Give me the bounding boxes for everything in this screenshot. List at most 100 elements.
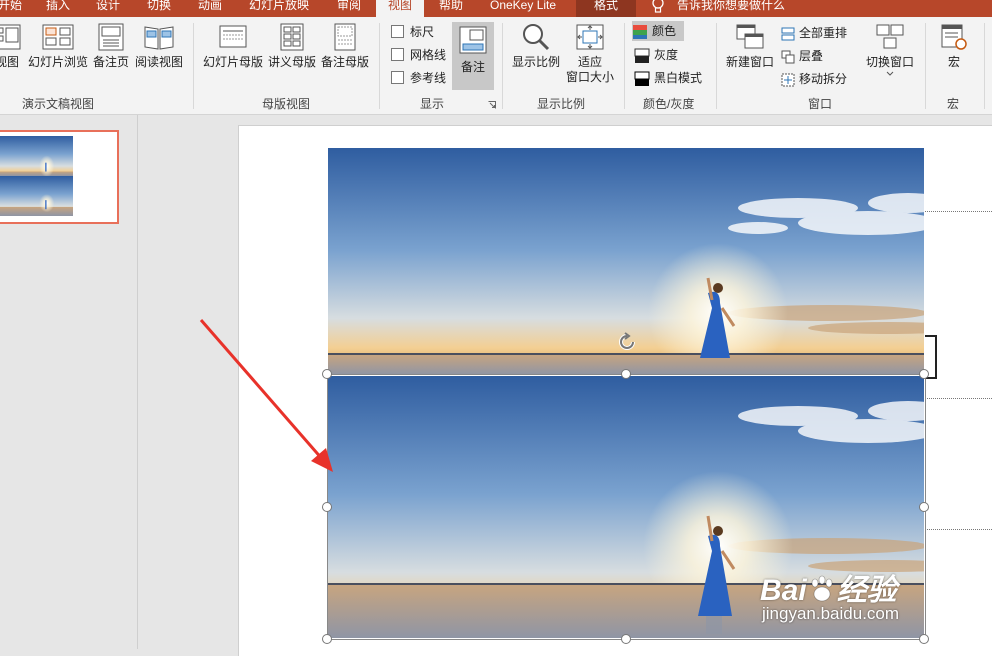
- move-split-button[interactable]: 移动拆分: [781, 69, 847, 89]
- resize-handle-bottom-left[interactable]: [322, 634, 332, 644]
- grayscale-label: 灰度: [654, 48, 679, 62]
- ruler-checkbox[interactable]: 标尺: [391, 23, 434, 41]
- ribbon-separator: [379, 23, 380, 109]
- tab-view[interactable]: 视图: [376, 0, 425, 17]
- lightbulb-icon: [652, 0, 664, 13]
- resize-handle-bottom-right[interactable]: [919, 634, 929, 644]
- handout-master-icon: [280, 23, 304, 51]
- magnifier-icon: [523, 24, 550, 51]
- guides-check-box[interactable]: [391, 71, 404, 85]
- resize-handle-bottom[interactable]: [621, 634, 631, 644]
- notes-label: 备注: [460, 60, 485, 74]
- ruler-check-box[interactable]: [391, 25, 404, 39]
- macros-button[interactable]: 宏: [935, 23, 973, 70]
- new-window-button[interactable]: 新建窗口: [724, 23, 776, 70]
- watermark-brand-2: 经验: [836, 574, 897, 607]
- zoom-button[interactable]: 显示比例: [510, 23, 562, 70]
- tab-onekey-lite[interactable]: OneKey Lite: [490, 0, 556, 17]
- resize-handle-right[interactable]: [919, 502, 929, 512]
- black-white-label: 黑白模式: [654, 71, 703, 85]
- color-swatch-icon: [633, 24, 647, 39]
- reading-view-button[interactable]: 阅读视图: [133, 23, 185, 70]
- gridlines-check-box[interactable]: [391, 48, 404, 62]
- ruler-label: 标尺: [410, 25, 435, 39]
- handout-master-button[interactable]: 讲义母版: [267, 23, 317, 70]
- tab-design[interactable]: 设计: [96, 0, 120, 17]
- slide-master-button[interactable]: 幻灯片母版: [202, 23, 264, 70]
- new-window-label: 新建窗口: [725, 55, 774, 69]
- zoom-label: 显示比例: [511, 55, 560, 69]
- black-white-button[interactable]: 黑白模式: [634, 68, 702, 88]
- notes-master-button[interactable]: 备注母版: [320, 23, 370, 70]
- move-split-icon: [781, 73, 795, 87]
- tab-format[interactable]: 格式: [576, 0, 637, 17]
- guides-checkbox[interactable]: 参考线: [391, 69, 446, 87]
- ribbon-separator: [624, 23, 625, 109]
- watermark-brand: Bai: [760, 574, 807, 607]
- fit-label-line1: 适应: [577, 55, 602, 69]
- new-window-icon: [736, 24, 764, 49]
- chevron-down-icon: [886, 71, 894, 76]
- placeholder-dotted-border: [922, 211, 992, 212]
- guides-label: 参考线: [410, 71, 447, 85]
- color-group-label: 颜色/灰度: [643, 97, 695, 111]
- switch-windows-icon: [876, 24, 904, 49]
- reading-view-icon: [144, 26, 174, 50]
- notes-master-label: 备注母版: [320, 55, 369, 69]
- macros-group-label: 宏: [947, 97, 960, 111]
- thumbnail-photo-bottom: [0, 176, 73, 216]
- tell-me-search[interactable]: 告诉我你想要做什么: [677, 0, 785, 17]
- arrange-all-icon: [781, 27, 795, 41]
- fit-to-window-button[interactable]: 适应 窗口大小: [564, 23, 616, 85]
- slide-thumbnail[interactable]: [0, 130, 119, 224]
- notes-toggle-button[interactable]: 备注: [452, 22, 494, 90]
- notes-page-button[interactable]: 备注页: [92, 23, 130, 70]
- tab-help[interactable]: 帮助: [439, 0, 463, 17]
- normal-view-button[interactable]: 视图: [0, 23, 22, 70]
- cascade-label: 层叠: [799, 49, 824, 63]
- zoom-group-label: 显示比例: [537, 97, 586, 111]
- notes-page-label: 备注页: [92, 55, 129, 69]
- slide-master-icon: [219, 25, 247, 48]
- tab-slideshow[interactable]: 幻灯片放映: [249, 0, 309, 17]
- tab-home[interactable]: 开始: [0, 0, 22, 17]
- ribbon-separator: [984, 23, 985, 109]
- notes-icon: [459, 26, 487, 54]
- ribbon-separator: [193, 23, 194, 109]
- tab-transitions[interactable]: 切换: [147, 0, 171, 17]
- macros-label: 宏: [947, 55, 960, 69]
- move-split-label: 移动拆分: [799, 72, 848, 86]
- color-button[interactable]: 颜色: [632, 21, 684, 41]
- window-group-label: 窗口: [808, 97, 833, 111]
- resize-handle-top-right[interactable]: [919, 369, 929, 379]
- placeholder-dotted-border: [922, 529, 992, 530]
- cascade-button[interactable]: 层叠: [781, 46, 823, 66]
- ribbon-separator: [716, 23, 717, 109]
- grayscale-swatch-icon: [634, 48, 650, 63]
- slide-master-label: 幻灯片母版: [202, 55, 263, 69]
- gridlines-checkbox[interactable]: 网格线: [391, 46, 446, 64]
- baidu-watermark: Bai 经验: [760, 565, 897, 609]
- tab-review[interactable]: 审阅: [337, 0, 361, 17]
- slide-sorter-icon: [42, 24, 74, 50]
- slide-sorter-button[interactable]: 幻灯片浏览: [27, 23, 89, 70]
- cascade-icon: [781, 50, 795, 64]
- watermark-url: jingyan.baidu.com: [762, 604, 900, 623]
- dialog-launcher-icon[interactable]: [488, 101, 496, 109]
- rotate-handle-icon[interactable]: [616, 331, 638, 353]
- fit-to-window-icon: [576, 24, 604, 50]
- switch-windows-button[interactable]: 切换窗口: [862, 23, 918, 77]
- tab-insert[interactable]: 插入: [46, 0, 70, 17]
- slide-thumbnail-pane: [0, 115, 138, 649]
- notes-page-icon: [98, 23, 124, 51]
- arrange-all-button[interactable]: 全部重排: [781, 23, 847, 43]
- normal-view-label: 视图: [0, 55, 19, 69]
- presentation-views-group-label: 演示文稿视图: [22, 97, 95, 111]
- ribbon: 视图 幻灯片浏览 备注页 阅读视图 演示文稿视图 幻灯片母版 讲义母版 备注母版…: [0, 17, 992, 115]
- gridlines-label: 网格线: [410, 48, 447, 62]
- tab-animations[interactable]: 动画: [198, 0, 222, 17]
- resize-handle-top[interactable]: [621, 369, 631, 379]
- normal-view-icon: [0, 24, 21, 50]
- grayscale-button[interactable]: 灰度: [634, 45, 678, 65]
- resize-handle-left[interactable]: [322, 502, 332, 512]
